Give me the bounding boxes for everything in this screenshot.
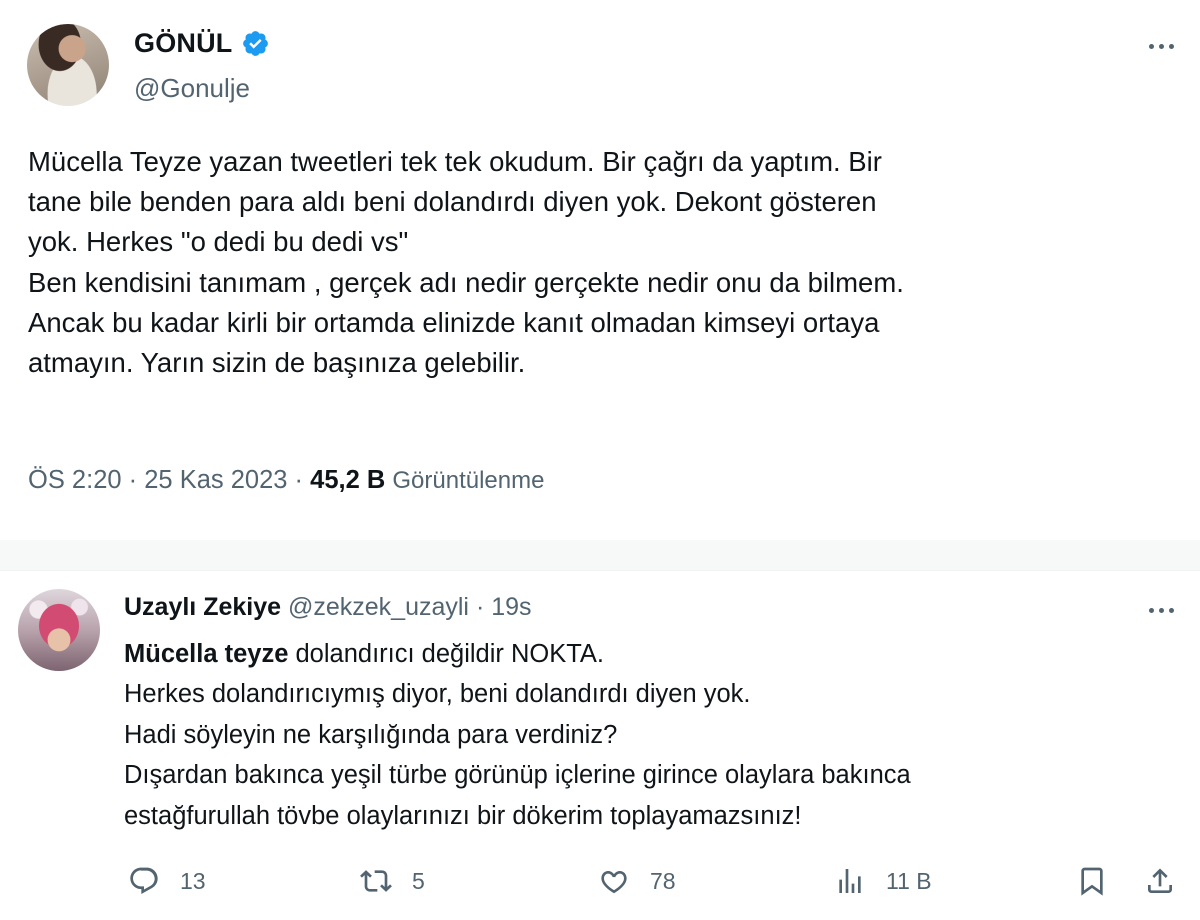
main-tweet: GÖNÜL @Gonulje Mücella Teyze yazan tweet… bbox=[0, 0, 1200, 540]
meta-separator: · bbox=[294, 466, 304, 494]
share-button[interactable] bbox=[1144, 861, 1176, 901]
dot bbox=[1168, 43, 1174, 49]
author-handle[interactable]: @Gonulje bbox=[134, 73, 250, 104]
reply-text-line: Dışardan bakınca yeşil türbe görünüp içl… bbox=[124, 761, 911, 790]
reply-text-bold: Mücella teyze bbox=[124, 640, 289, 668]
tweet-meta: ÖS 2:20 · 25 Kas 2023 · 45,2 B Görüntüle… bbox=[28, 466, 544, 495]
reply-text-line: estağfurullah tövbe olaylarınızı bir dök… bbox=[124, 801, 802, 830]
reply-button[interactable]: 13 bbox=[128, 861, 206, 901]
comment-icon bbox=[130, 867, 158, 894]
analytics-icon bbox=[839, 869, 861, 893]
tweet-text-line: atmayın. Yarın sizin de başınıza gelebil… bbox=[28, 347, 526, 379]
dot bbox=[1148, 43, 1154, 49]
tweet-text-line: yok. Herkes "o dedi bu dedi vs" bbox=[28, 226, 409, 258]
like-count: 78 bbox=[650, 867, 676, 894]
tweet-text-line: Mücella Teyze yazan tweetleri tek tek ok… bbox=[28, 146, 882, 177]
dot bbox=[1148, 607, 1154, 613]
reply-time[interactable]: 19s bbox=[491, 593, 531, 621]
meta-separator: · bbox=[128, 466, 138, 494]
reply-author-name[interactable]: Uzaylı Zekiye bbox=[124, 593, 281, 621]
views-count: 45,2 B bbox=[310, 466, 386, 494]
views-count-small: 11 B bbox=[886, 867, 932, 894]
reply-text: Mücella teyze dolandırıcı değildir NOKTA… bbox=[124, 634, 1174, 836]
reply-text-line: Hadi söyleyin ne karşılığında para verdi… bbox=[124, 720, 618, 749]
section-divider bbox=[0, 540, 1200, 570]
author-name[interactable]: GÖNÜL bbox=[134, 28, 270, 59]
tweet-date[interactable]: 25 Kas 2023 bbox=[144, 466, 287, 494]
reply-author-handle[interactable]: @zekzek_uzayli bbox=[288, 593, 469, 621]
avatar[interactable] bbox=[27, 24, 109, 106]
views-label: Görüntülenme bbox=[392, 467, 545, 494]
action-bar: 13 5 78 11 B bbox=[0, 861, 1200, 901]
retweet-icon bbox=[360, 870, 392, 892]
bookmark-button[interactable] bbox=[1076, 861, 1108, 901]
reply-text-line: Mücella teyze dolandırıcı değildir NOKTA… bbox=[124, 634, 1174, 674]
verified-badge-icon bbox=[242, 31, 268, 56]
reply-text-line: Herkes dolandırıcıymış diyor, beni dolan… bbox=[124, 680, 751, 709]
dot bbox=[1158, 607, 1164, 613]
tweet-text-line: Ben kendisini tanımam , gerçek adı nedir… bbox=[28, 266, 904, 298]
meta-separator: · bbox=[475, 593, 485, 621]
more-options-button[interactable] bbox=[1141, 600, 1181, 620]
heart-icon bbox=[601, 870, 627, 894]
more-options-button[interactable] bbox=[1141, 36, 1181, 56]
retweet-button[interactable]: 5 bbox=[360, 861, 425, 901]
reply-text-rest: dolandırıcı değildir NOKTA. bbox=[288, 640, 604, 668]
author-name-label[interactable]: GÖNÜL bbox=[134, 28, 233, 59]
tweet-text-line: Ancak bu kadar kirli bir ortamda elinizd… bbox=[28, 306, 880, 338]
tweet-time[interactable]: ÖS 2:20 bbox=[28, 466, 122, 494]
reply-tweet[interactable]: Uzaylı Zekiye @zekzek_uzayli · 19s Mücel… bbox=[0, 570, 1200, 920]
reply-count: 13 bbox=[180, 867, 206, 894]
reply-header: Uzaylı Zekiye @zekzek_uzayli · 19s bbox=[124, 593, 532, 622]
dot bbox=[1168, 607, 1174, 613]
avatar[interactable] bbox=[18, 589, 100, 671]
tweet-text-line: tane bile benden para aldı beni dolandır… bbox=[28, 186, 877, 218]
share-icon bbox=[1148, 868, 1172, 893]
retweet-count: 5 bbox=[412, 867, 425, 894]
views-button[interactable]: 11 B bbox=[834, 861, 932, 901]
like-button[interactable]: 78 bbox=[598, 861, 676, 901]
bookmark-icon bbox=[1081, 867, 1103, 896]
dot bbox=[1158, 43, 1164, 49]
tweet-text: Mücella Teyze yazan tweetleri tek tek ok… bbox=[28, 142, 1178, 383]
